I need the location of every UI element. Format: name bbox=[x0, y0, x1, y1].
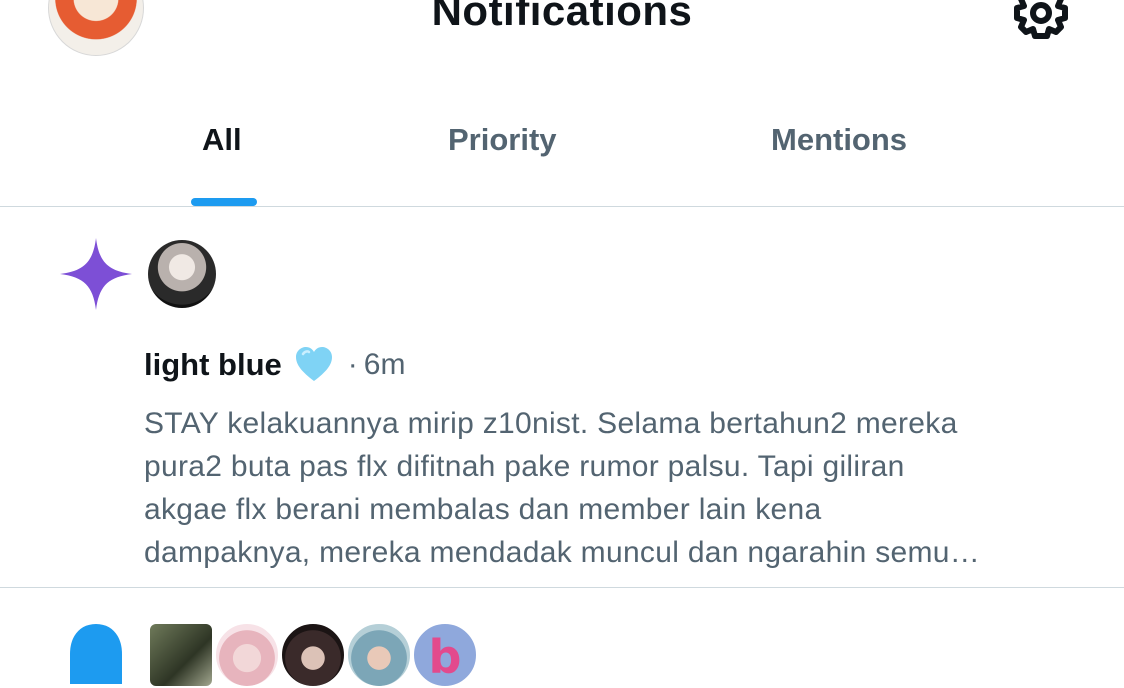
avatar[interactable] bbox=[148, 240, 216, 308]
avatar[interactable] bbox=[280, 622, 346, 688]
text-line: STAY kelakuannya mirip z10nist. Selama b… bbox=[144, 407, 958, 440]
tab-mentions[interactable]: Mentions bbox=[771, 118, 907, 162]
active-tab-indicator bbox=[191, 198, 257, 206]
avatar[interactable] bbox=[214, 622, 280, 688]
avatar[interactable]: b bbox=[412, 622, 478, 688]
avatar[interactable] bbox=[346, 622, 412, 688]
page-title: Notifications bbox=[431, 0, 693, 34]
avatar-letter: b bbox=[428, 630, 462, 684]
notification-divider bbox=[0, 587, 1124, 588]
text-line: akgae flx berani membalas dan member lai… bbox=[144, 493, 822, 526]
tab-all[interactable]: All bbox=[202, 118, 242, 162]
text-line: pura2 buta pas flx difitnah pake rumor p… bbox=[144, 450, 905, 483]
sparkle-icon bbox=[60, 238, 132, 310]
tabs-divider bbox=[0, 206, 1124, 207]
avatar[interactable] bbox=[148, 622, 214, 688]
gear-icon[interactable] bbox=[1008, 0, 1074, 42]
notification-text[interactable]: STAY kelakuannya mirip z10nist. Selama b… bbox=[144, 402, 1104, 574]
text-line: dampaknya, mereka mendadak muncul dan ng… bbox=[144, 536, 981, 569]
timestamp: 6m bbox=[363, 348, 406, 381]
light-blue-heart-icon bbox=[295, 347, 332, 381]
person-icon bbox=[70, 624, 122, 684]
author-name[interactable]: light blue bbox=[144, 347, 282, 383]
separator-dot: · bbox=[347, 348, 358, 381]
author-line: light blue · 6m bbox=[144, 342, 405, 388]
tab-priority[interactable]: Priority bbox=[448, 118, 557, 162]
